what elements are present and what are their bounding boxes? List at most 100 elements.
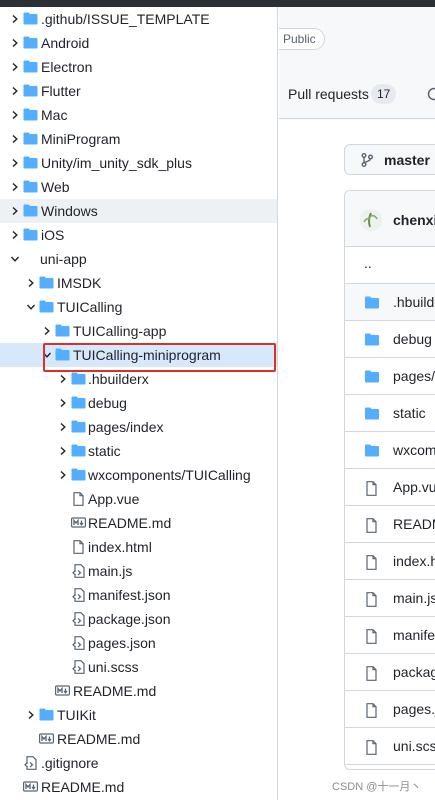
chevron-right-icon[interactable]	[10, 206, 20, 216]
chevron-down-icon[interactable]	[26, 302, 36, 312]
tree-item[interactable]: static	[0, 439, 277, 463]
tree-item[interactable]: README.md	[0, 511, 277, 535]
tree-item[interactable]: debug	[0, 391, 277, 415]
tree-item[interactable]: pages/index	[0, 415, 277, 439]
file-row[interactable]: ..	[345, 247, 435, 284]
tree-item[interactable]: Web	[0, 175, 277, 199]
tree-item-label: TUICalling	[57, 299, 123, 315]
tree-item[interactable]: TUIKit	[0, 703, 277, 727]
file-name-link[interactable]: README.md	[393, 516, 435, 532]
tree-item[interactable]: TUICalling-miniprogram	[0, 343, 277, 367]
tree-item[interactable]: Flutter	[0, 79, 277, 103]
file-name-link[interactable]: index.html	[393, 553, 435, 569]
tree-item[interactable]: Android	[0, 31, 277, 55]
tree-item[interactable]: uni-app	[0, 247, 277, 271]
file-row[interactable]: index.html	[345, 543, 435, 580]
tree-item[interactable]: Windows	[0, 199, 277, 223]
tree-item[interactable]: iOS	[0, 223, 277, 247]
parent-directory-link[interactable]: ..	[364, 255, 372, 271]
file-row[interactable]: pages.json	[345, 691, 435, 728]
tree-item[interactable]: IMSDK	[0, 271, 277, 295]
commit-author[interactable]: chenxi	[393, 212, 435, 228]
file-row[interactable]: .hbuilderx	[345, 284, 435, 321]
chevron-right-icon[interactable]	[10, 182, 20, 192]
file-name-link[interactable]: main.js	[393, 590, 435, 606]
file-name-link[interactable]: App.vue	[393, 479, 435, 495]
chevron-right-icon[interactable]	[58, 470, 68, 480]
file-name-link[interactable]: manifest.json	[393, 627, 435, 643]
tree-item[interactable]: README.md	[0, 775, 277, 799]
chevron-right-icon[interactable]	[26, 278, 36, 288]
chevron-right-icon[interactable]	[58, 374, 68, 384]
file-icon	[71, 540, 86, 554]
code-file-icon	[71, 636, 86, 650]
tree-item[interactable]: .gitignore	[0, 751, 277, 775]
file-row[interactable]: wxcomponents/TUICalling	[345, 432, 435, 469]
chevron-right-icon[interactable]	[26, 710, 36, 720]
chevron-down-icon[interactable]	[10, 254, 20, 264]
chevron-right-icon[interactable]	[10, 38, 20, 48]
chevron-down-icon[interactable]	[42, 350, 52, 360]
chevron-right-icon[interactable]	[58, 422, 68, 432]
chevron-right-icon[interactable]	[10, 86, 20, 96]
file-name-link[interactable]: uni.scss	[393, 738, 435, 754]
tree-item[interactable]: .github/ISSUE_TEMPLATE	[0, 7, 277, 31]
chevron-right-icon[interactable]	[42, 326, 52, 336]
file-row[interactable]: manifest.json	[345, 617, 435, 654]
tree-item[interactable]: Electron	[0, 55, 277, 79]
tree-item[interactable]: uni.scss	[0, 655, 277, 679]
tree-item[interactable]: pages.json	[0, 631, 277, 655]
branch-selector-button[interactable]: master	[344, 144, 435, 175]
file-row[interactable]: pages/index	[345, 358, 435, 395]
chevron-right-icon[interactable]	[10, 134, 20, 144]
tree-item[interactable]: .hbuilderx	[0, 367, 277, 391]
file-row[interactable]: debug	[345, 321, 435, 358]
tree-item[interactable]: manifest.json	[0, 583, 277, 607]
git-branch-icon	[361, 153, 373, 170]
tree-item[interactable]: main.js	[0, 559, 277, 583]
tab-pull-requests[interactable]: Pull requests	[288, 86, 369, 102]
file-row[interactable]: package.json	[345, 654, 435, 691]
tree-item[interactable]: Mac	[0, 103, 277, 127]
file-name-link[interactable]: wxcomponents/TUICalling	[393, 442, 435, 458]
markdown-file-icon	[71, 516, 86, 529]
file-name-link[interactable]: .hbuilderx	[393, 294, 435, 310]
folder-icon	[23, 132, 38, 145]
tree-item-label: wxcomponents/TUICalling	[88, 467, 251, 483]
tree-item[interactable]: TUICalling	[0, 295, 277, 319]
tree-item[interactable]: README.md	[0, 727, 277, 751]
chevron-right-icon[interactable]	[58, 398, 68, 408]
file-row[interactable]: static	[345, 395, 435, 432]
file-name-link[interactable]: pages/index	[393, 368, 435, 384]
tree-item[interactable]: MiniProgram	[0, 127, 277, 151]
tree-item-label: IMSDK	[57, 275, 102, 291]
tree-item-label: debug	[88, 395, 127, 411]
file-name-link[interactable]: package.json	[393, 664, 435, 680]
tree-item-label: Electron	[41, 59, 93, 75]
chevron-right-icon[interactable]	[10, 158, 20, 168]
chevron-right-icon[interactable]	[10, 14, 20, 24]
avatar[interactable]	[360, 209, 382, 231]
file-row[interactable]: main.js	[345, 580, 435, 617]
file-name-link[interactable]: pages.json	[393, 701, 435, 717]
tree-item[interactable]: Unity/im_unity_sdk_plus	[0, 151, 277, 175]
file-name-link[interactable]: static	[393, 405, 426, 421]
tree-item[interactable]: package.json	[0, 607, 277, 631]
file-row[interactable]: App.vue	[345, 469, 435, 506]
tree-item[interactable]: README.md	[0, 679, 277, 703]
chevron-right-icon[interactable]	[10, 110, 20, 120]
tree-item-label: index.html	[88, 539, 152, 555]
actions-icon[interactable]	[427, 87, 435, 106]
tree-item[interactable]: wxcomponents/TUICalling	[0, 463, 277, 487]
file-name-link[interactable]: debug	[393, 331, 432, 347]
chevron-right-icon[interactable]	[10, 62, 20, 72]
tree-item[interactable]: App.vue	[0, 487, 277, 511]
chevron-right-icon[interactable]	[10, 230, 20, 240]
chevron-right-icon[interactable]	[58, 446, 68, 456]
code-file-icon	[71, 660, 86, 674]
folder-icon	[23, 180, 38, 193]
tree-item[interactable]: TUICalling-app	[0, 319, 277, 343]
tree-item[interactable]: index.html	[0, 535, 277, 559]
file-row[interactable]: README.md	[345, 506, 435, 543]
file-row[interactable]: uni.scss	[345, 728, 435, 765]
